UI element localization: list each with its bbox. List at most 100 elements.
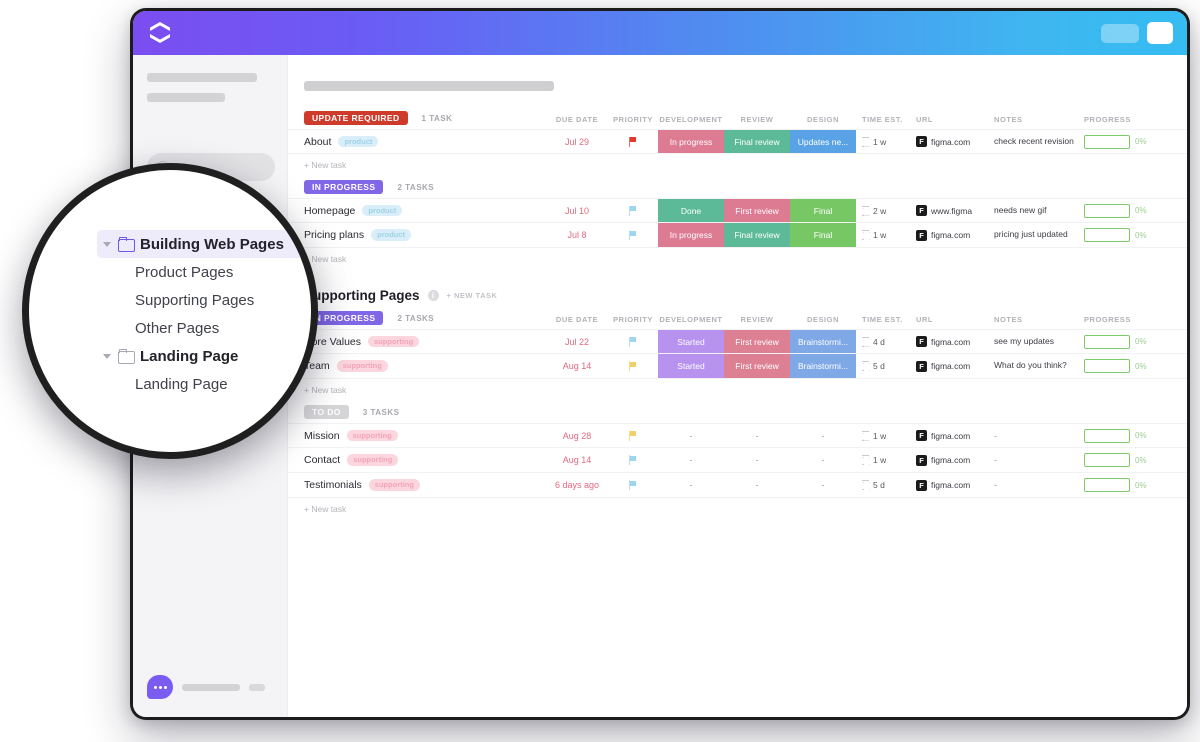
due-date-cell[interactable]: Jul 22 [546, 330, 608, 353]
new-task-button[interactable]: + New task [288, 154, 1187, 176]
review-cell[interactable]: First review [724, 354, 790, 378]
table-row[interactable]: Mission supporting Aug 28- - -1 w Ffigma.com -… [288, 423, 1187, 448]
task-name-cell[interactable]: About product [304, 130, 546, 153]
design-cell[interactable]: - [790, 424, 856, 447]
clickup-logo-icon[interactable] [147, 19, 173, 47]
progress-cell[interactable]: 0% [1084, 330, 1174, 353]
due-date-cell[interactable]: Jul 10 [546, 199, 608, 222]
notes-cell[interactable]: pricing just updated [994, 223, 1084, 247]
task-tag[interactable]: product [338, 135, 379, 148]
url-cell[interactable]: Ffigma.com [916, 473, 994, 497]
development-cell[interactable]: - [658, 448, 724, 472]
sidebar-item-building-web-pages-0[interactable]: Building Web Pages [97, 230, 309, 258]
table-row[interactable]: About product Jul 29 In progress Final revie… [288, 129, 1187, 154]
table-row[interactable]: Team supporting Aug 14 Started First review B… [288, 354, 1187, 379]
url-cell[interactable]: Ffigma.com [916, 330, 994, 353]
design-cell[interactable]: Final [790, 199, 856, 222]
review-cell[interactable]: - [724, 473, 790, 497]
priority-cell[interactable] [608, 448, 658, 472]
priority-cell[interactable] [608, 223, 658, 247]
table-row[interactable]: Testimonials supporting 6 days ago - - - 5 d Ff… [288, 473, 1187, 498]
review-cell[interactable]: Final review [724, 223, 790, 247]
group-header[interactable]: TO DO 3 TASKS [288, 401, 1187, 423]
review-cell[interactable]: Final review [724, 130, 790, 153]
design-cell[interactable]: - [790, 473, 856, 497]
time-estimate-cell[interactable]: 1 w [856, 448, 916, 472]
priority-cell[interactable] [608, 199, 658, 222]
due-date-cell[interactable]: Jul 8 [546, 223, 608, 247]
due-date-cell[interactable]: Aug 28 [546, 424, 608, 447]
task-tag[interactable]: product [362, 204, 403, 217]
progress-cell[interactable]: 0% [1084, 473, 1174, 497]
review-cell[interactable]: First review [724, 330, 790, 353]
due-date-cell[interactable]: Jul 29 [546, 130, 608, 153]
progress-cell[interactable]: 0% [1084, 130, 1174, 153]
task-name-cell[interactable]: Pricing plans product [304, 223, 546, 247]
task-name-cell[interactable]: Testimonials supporting [304, 473, 546, 497]
design-cell[interactable]: Brainstormi... [790, 330, 856, 353]
time-estimate-cell[interactable]: 5 d [856, 354, 916, 378]
development-cell[interactable]: - [658, 473, 724, 497]
priority-cell[interactable] [608, 424, 658, 447]
chat-bubble-icon[interactable] [147, 675, 173, 699]
topbar-square-button[interactable] [1147, 22, 1173, 44]
url-cell[interactable]: Ffigma.com [916, 448, 994, 472]
design-cell[interactable]: Final [790, 223, 856, 247]
priority-cell[interactable] [608, 330, 658, 353]
notes-cell[interactable]: - [994, 448, 1084, 472]
design-cell[interactable]: Updates ne... [790, 130, 856, 153]
development-cell[interactable]: In progress [658, 130, 724, 153]
notes-cell[interactable]: see my updates [994, 330, 1084, 353]
task-tag[interactable]: supporting [368, 335, 420, 348]
progress-cell[interactable]: 0% [1084, 354, 1174, 378]
sidebar-item-landing-page-5[interactable]: Landing Page [97, 370, 311, 398]
progress-cell[interactable]: 0% [1084, 199, 1174, 222]
new-task-button[interactable]: + New task [288, 379, 1187, 401]
development-cell[interactable]: - [658, 424, 724, 447]
sidebar-item-other-pages-3[interactable]: Other Pages [97, 314, 311, 342]
task-name-cell[interactable]: Mission supporting [304, 424, 546, 447]
task-name-cell[interactable]: Team supporting [304, 354, 546, 378]
table-row[interactable]: Contact supporting Aug 14- - -1 w Ffigma.com -… [288, 448, 1187, 473]
task-tag[interactable]: supporting [346, 429, 398, 442]
task-tag[interactable]: supporting [368, 479, 420, 491]
notes-cell[interactable]: - [994, 473, 1084, 497]
section-new-task-button[interactable]: + NEW TASK [447, 291, 498, 300]
time-estimate-cell[interactable]: 4 d [856, 330, 916, 353]
task-name-cell[interactable]: Core Values supporting [304, 330, 546, 353]
url-cell[interactable]: Ffigma.com [916, 223, 994, 247]
sidebar-item-product-pages-1[interactable]: Product Pages [97, 258, 311, 286]
time-estimate-cell[interactable]: 1 w [856, 130, 916, 153]
priority-cell[interactable] [608, 473, 658, 497]
chevron-down-icon[interactable] [103, 241, 111, 247]
url-cell[interactable]: Ffigma.com [916, 354, 994, 378]
notes-cell[interactable]: - [994, 424, 1084, 447]
priority-cell[interactable] [608, 354, 658, 378]
topbar-pill-button[interactable] [1101, 23, 1139, 43]
task-name-cell[interactable]: Homepage product [304, 199, 546, 222]
table-row[interactable]: Homepage product Jul 10 Done First review Fin… [288, 198, 1187, 223]
task-name-cell[interactable]: Contact supporting [304, 448, 546, 472]
notes-cell[interactable]: needs new gif [994, 199, 1084, 222]
chevron-down-icon[interactable] [103, 353, 111, 359]
design-cell[interactable]: Brainstormi... [790, 354, 856, 378]
development-cell[interactable]: Done [658, 199, 724, 222]
due-date-cell[interactable]: Aug 14 [546, 354, 608, 378]
url-cell[interactable]: Ffigma.com [916, 424, 994, 447]
new-task-button[interactable]: + New task [288, 248, 1187, 270]
time-estimate-cell[interactable]: 1 w [856, 223, 916, 247]
priority-cell[interactable] [608, 130, 658, 153]
table-row[interactable]: Pricing plans product Jul 8 In progress Fina… [288, 223, 1187, 248]
task-tag[interactable]: supporting [336, 360, 388, 372]
status-badge[interactable]: UPDATE REQUIRED [304, 110, 408, 126]
time-estimate-cell[interactable]: 1 w [856, 424, 916, 447]
new-task-button[interactable]: + New task [288, 498, 1187, 520]
time-estimate-cell[interactable]: 5 d [856, 473, 916, 497]
notes-cell[interactable]: What do you think? [994, 354, 1084, 378]
time-estimate-cell[interactable]: 2 w [856, 199, 916, 222]
table-row[interactable]: Core Values supporting Jul 22 Started First … [288, 329, 1187, 354]
progress-cell[interactable]: 0% [1084, 448, 1174, 472]
progress-cell[interactable]: 0% [1084, 223, 1174, 247]
due-date-cell[interactable]: 6 days ago [546, 473, 608, 497]
development-cell[interactable]: Started [658, 354, 724, 378]
